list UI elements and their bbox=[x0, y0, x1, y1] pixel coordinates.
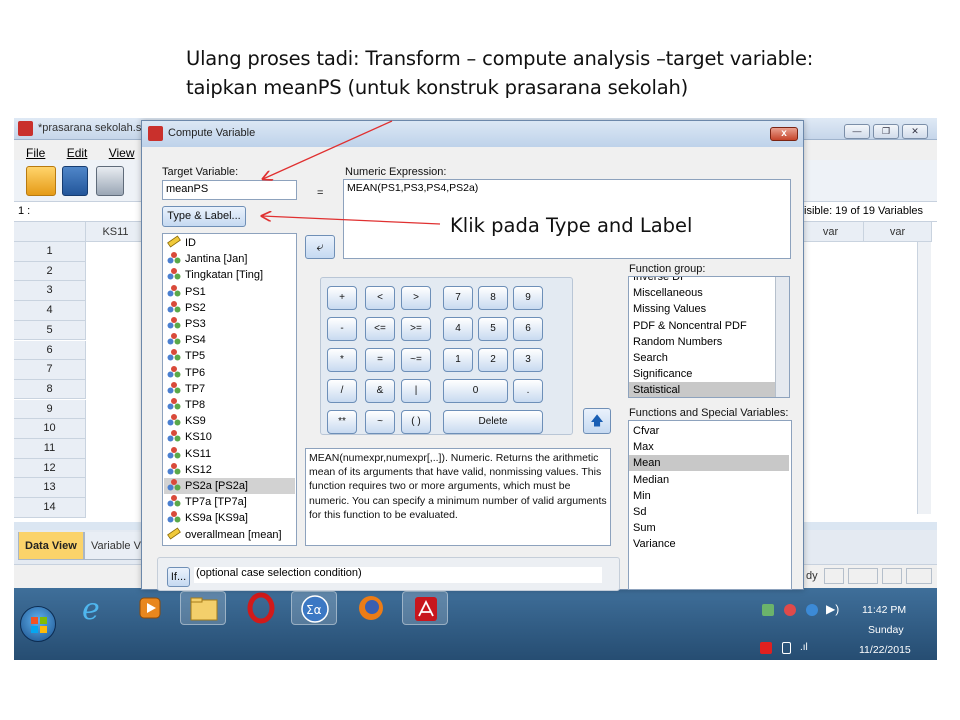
annotation-arrows bbox=[0, 120, 441, 225]
arrow-to-type-label bbox=[262, 216, 441, 225]
arrow-to-target-variable bbox=[263, 120, 393, 179]
